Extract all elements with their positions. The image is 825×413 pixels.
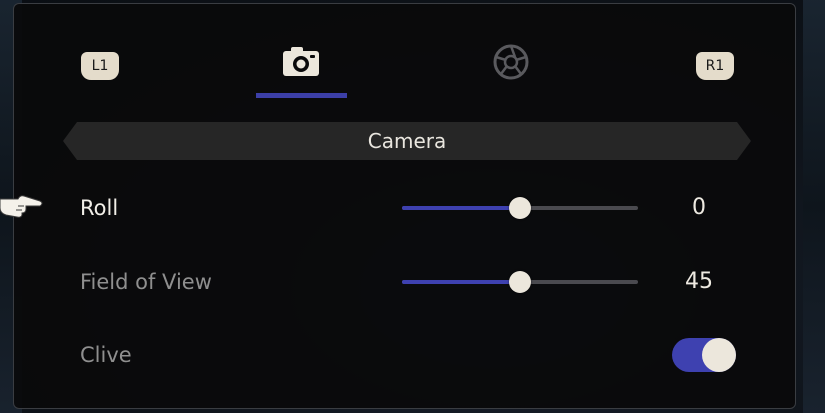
camera-icon bbox=[283, 47, 319, 76]
clive-toggle[interactable] bbox=[672, 338, 736, 372]
setting-row-clive[interactable]: Clive bbox=[14, 335, 797, 375]
setting-label-clive: Clive bbox=[80, 343, 132, 367]
roll-slider-fill bbox=[402, 206, 520, 210]
pointing-hand-icon bbox=[0, 195, 43, 218]
background-edge-right bbox=[803, 0, 825, 413]
l1-button-prompt[interactable]: L1 bbox=[81, 52, 119, 80]
field-of-view-slider-fill bbox=[402, 280, 520, 284]
r1-button-prompt[interactable]: R1 bbox=[696, 52, 734, 80]
roll-value: 0 bbox=[692, 195, 706, 220]
section-header: Camera bbox=[63, 122, 751, 160]
aperture-filter-icon bbox=[493, 44, 529, 80]
setting-row-field-of-view[interactable]: Field of View 45 bbox=[14, 262, 797, 302]
tab-camera[interactable] bbox=[281, 42, 321, 82]
field-of-view-slider[interactable] bbox=[402, 271, 638, 293]
tab-filters[interactable] bbox=[491, 42, 531, 82]
photo-mode-panel: L1 R1 Camera Roll 0 Field of View 45 Cli… bbox=[13, 3, 796, 409]
setting-label-field-of-view: Field of View bbox=[80, 270, 212, 294]
setting-label-roll: Roll bbox=[80, 196, 119, 220]
roll-slider[interactable] bbox=[402, 197, 638, 219]
setting-row-roll[interactable]: Roll 0 bbox=[14, 188, 797, 228]
field-of-view-value: 45 bbox=[685, 269, 713, 294]
section-title: Camera bbox=[367, 129, 447, 153]
roll-slider-thumb[interactable] bbox=[509, 197, 531, 219]
photo-mode-screen: L1 R1 Camera Roll 0 Field of View 45 Cli… bbox=[0, 0, 825, 413]
selected-tab-indicator bbox=[256, 93, 347, 98]
clive-toggle-knob bbox=[702, 338, 736, 372]
field-of-view-slider-thumb[interactable] bbox=[509, 271, 531, 293]
